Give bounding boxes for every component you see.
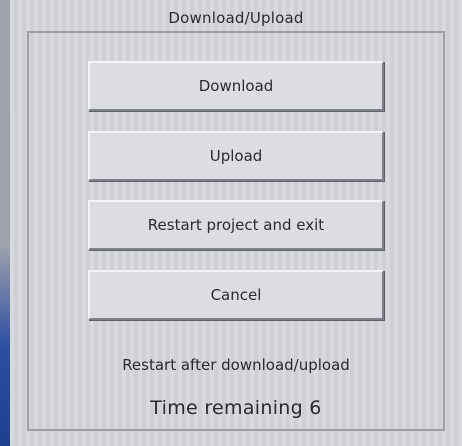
left-edge-strip (0, 0, 10, 446)
cancel-button-label: Cancel (210, 286, 262, 304)
download-button-label: Download (198, 77, 274, 95)
download-button[interactable]: Download (88, 61, 384, 111)
upload-button[interactable]: Upload (88, 131, 384, 181)
restart-note: Restart after download/upload (122, 356, 350, 374)
upload-button-label: Upload (209, 147, 263, 165)
restart-project-exit-button[interactable]: Restart project and exit (88, 200, 384, 250)
cancel-button[interactable]: Cancel (88, 270, 384, 320)
restart-project-exit-label: Restart project and exit (147, 216, 325, 234)
dialog-title: Download/Upload (168, 9, 304, 27)
panel-screen: Download/Upload Download Upload Restart … (10, 0, 462, 446)
time-remaining: Time remaining 6 (150, 397, 322, 419)
